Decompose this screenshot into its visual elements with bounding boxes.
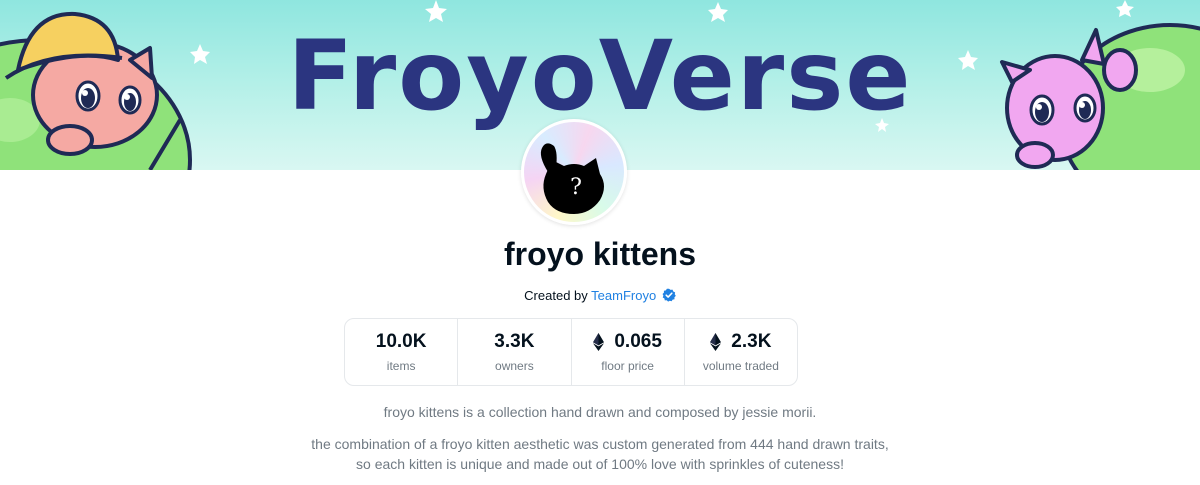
stat-label: floor price xyxy=(601,359,654,373)
stat-value-text: 10.0K xyxy=(375,331,427,352)
verified-badge-icon xyxy=(662,288,676,302)
description-paragraph: froyo kittens is a collection hand drawn… xyxy=(383,404,817,420)
stat-value: 10.0K xyxy=(376,330,427,354)
stat-label: volume traded xyxy=(702,359,779,373)
stat-floor-price[interactable]: 0.065 floor price xyxy=(572,319,685,385)
kitten-silhouette-icon: ? xyxy=(540,143,604,214)
stat-value-text: 0.065 xyxy=(614,331,662,352)
stat-value: 2.3K xyxy=(710,330,771,354)
description-line: so each kitten is unique and made out of… xyxy=(356,456,844,472)
stat-value-text: 2.3K xyxy=(731,331,772,352)
stat-items[interactable]: 10.0K items xyxy=(345,319,459,385)
star-icon xyxy=(1116,0,1134,17)
stat-value: 0.065 xyxy=(593,330,662,354)
creator-link[interactable]: TeamFroyo xyxy=(591,288,656,303)
collection-page: FroyoVerse ? froyo kittens Created by Te… xyxy=(0,0,1200,485)
description-line: the combination of a froyo kitten aesthe… xyxy=(311,436,889,452)
collection-description: froyo kittens is a collection hand drawn… xyxy=(0,402,1200,485)
banner-title: FroyoVerse xyxy=(287,20,913,132)
stats-bar: 10.0K items 3.3K owners 0.065 floor pric… xyxy=(344,318,798,386)
star-icon xyxy=(425,0,447,22)
stat-label: items xyxy=(386,359,416,373)
stat-value: 3.3K xyxy=(494,330,534,354)
ethereum-icon xyxy=(710,333,722,351)
star-icon xyxy=(708,2,728,22)
collection-avatar[interactable]: ? xyxy=(521,119,627,225)
avatar-glyph: ? xyxy=(570,175,582,200)
stat-value-text: 3.3K xyxy=(494,331,535,352)
created-by-label: Created by xyxy=(524,288,588,303)
collection-title: froyo kittens xyxy=(503,236,697,272)
stat-volume-traded[interactable]: 2.3K volume traded xyxy=(685,319,797,385)
description-paragraph: the combination of a froyo kitten aesthe… xyxy=(0,434,1200,474)
stat-label: owners xyxy=(495,359,534,373)
stat-owners[interactable]: 3.3K owners xyxy=(458,319,572,385)
creator-line: Created by TeamFroyo xyxy=(0,287,1200,305)
ethereum-icon xyxy=(593,333,605,351)
